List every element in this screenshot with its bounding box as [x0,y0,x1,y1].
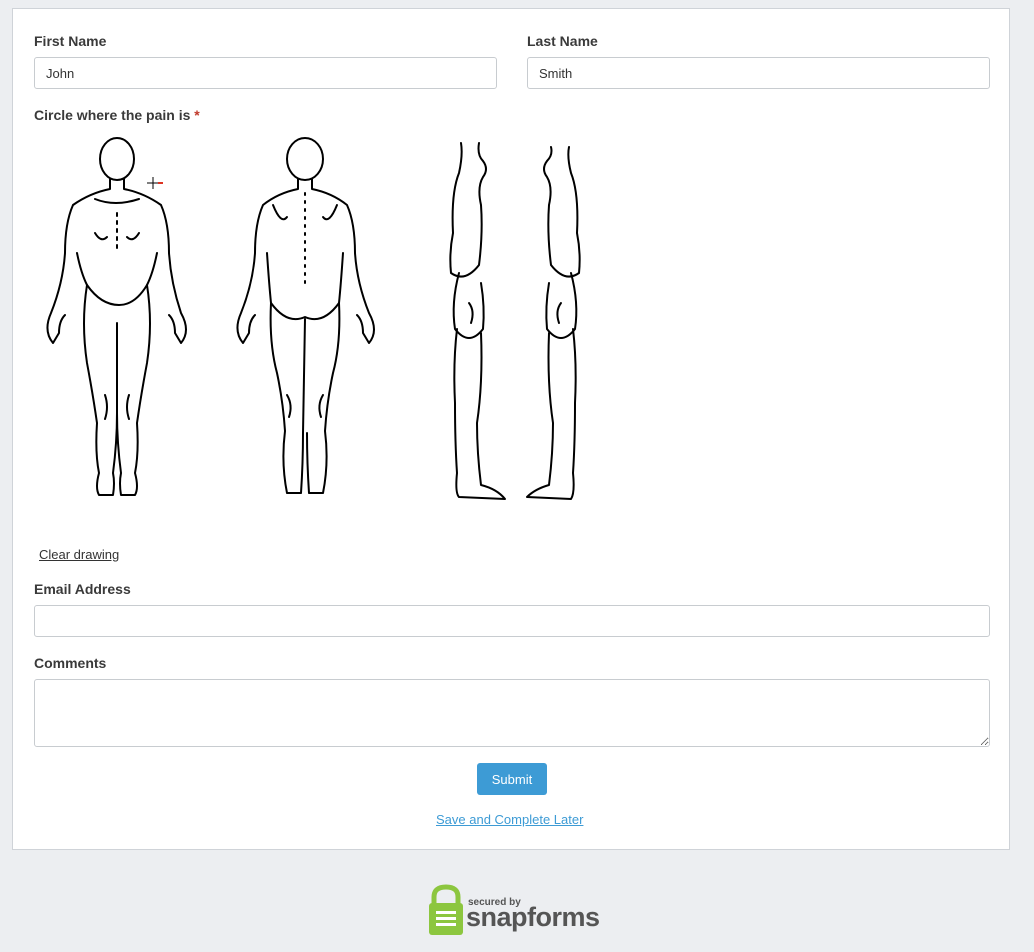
form-card: First Name Last Name Circle where the pa… [12,8,1010,850]
email-field[interactable] [34,605,990,637]
crosshair-cursor-icon [147,177,163,189]
comments-label: Comments [34,655,107,671]
last-name-label: Last Name [527,33,598,49]
body-diagram [46,137,581,500]
body-back-figure [236,137,375,494]
last-name-field[interactable] [527,57,990,89]
submit-button[interactable]: Submit [477,763,547,795]
save-complete-later-link[interactable]: Save and Complete Later [436,812,583,827]
required-asterisk: * [194,107,200,123]
email-label: Email Address [34,581,131,597]
pain-drawing-label-text: Circle where the pain is [34,107,191,123]
body-side-figure-2 [526,146,581,500]
pain-drawing-label: Circle where the pain is * [34,107,200,123]
comments-field[interactable] [34,679,990,747]
first-name-field[interactable] [34,57,497,89]
first-name-label: First Name [34,33,107,49]
pain-drawing-canvas[interactable] [35,133,990,543]
snapforms-logo-text: snapforms [466,902,600,932]
body-side-figure-1 [449,142,506,500]
body-front-figure [46,137,187,496]
clear-drawing-link[interactable]: Clear drawing [39,547,119,562]
